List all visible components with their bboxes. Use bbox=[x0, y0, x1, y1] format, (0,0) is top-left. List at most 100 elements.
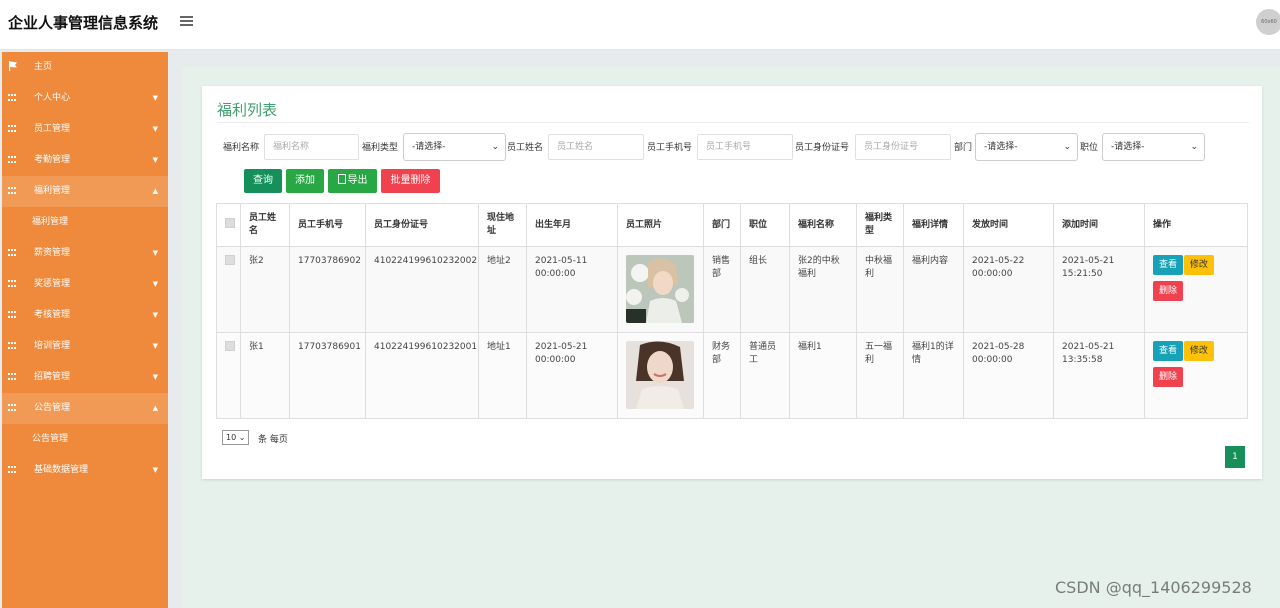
cell-address: 地址2 bbox=[478, 246, 527, 333]
welfare-name-input[interactable]: 福利名称 bbox=[264, 134, 359, 160]
row-checkbox[interactable] bbox=[225, 341, 235, 351]
chevron-down-icon: ⌄ bbox=[1190, 142, 1198, 152]
select-all-checkbox[interactable] bbox=[225, 217, 235, 228]
column-header: 员工照片 bbox=[617, 203, 704, 247]
cell-name: 张1 bbox=[240, 332, 290, 419]
sidebar-item-employee[interactable]: 员工管理 ▼ bbox=[2, 114, 168, 145]
sidebar-item-label: 招聘管理 bbox=[34, 372, 71, 382]
avatar[interactable]: 60x60 bbox=[1256, 9, 1280, 35]
hamburger-menu-icon[interactable] bbox=[180, 16, 193, 26]
view-button[interactable]: 查看 bbox=[1153, 341, 1184, 361]
delete-button[interactable]: 删除 bbox=[1153, 281, 1184, 301]
column-header: 部门 bbox=[703, 203, 741, 247]
sidebar-item-training[interactable]: 培训管理 ▼ bbox=[2, 331, 168, 362]
edit-button[interactable]: 修改 bbox=[1183, 341, 1214, 361]
export-label: 导出 bbox=[347, 175, 368, 186]
sidebar-item-home[interactable]: 主页 bbox=[2, 52, 168, 83]
sidebar-item-notice[interactable]: 公告管理 ▲ bbox=[2, 393, 168, 424]
export-icon bbox=[337, 174, 346, 184]
column-header: 员工手机号 bbox=[289, 203, 366, 247]
page-title: 福利列表 bbox=[217, 101, 278, 119]
emp-name-input[interactable]: 员工姓名 bbox=[548, 134, 644, 160]
sidebar-item-salary[interactable]: 薪资管理 ▼ bbox=[2, 238, 168, 269]
cell-welfare-type: 中秋福利 bbox=[856, 246, 904, 333]
cell-birth: 2021-05-11 00:00:00 bbox=[526, 246, 618, 333]
welfare-name-label: 福利名称 bbox=[223, 143, 260, 153]
export-button[interactable]: 导出 bbox=[328, 169, 377, 193]
sidebar-item-label: 福利管理 bbox=[34, 186, 71, 196]
sidebar-item-assessment[interactable]: 考核管理 ▼ bbox=[2, 300, 168, 331]
add-button[interactable]: 添加 bbox=[286, 169, 324, 193]
chevron-down-icon: ▼ bbox=[152, 373, 158, 381]
table-row: 张1 17703786901 410224199610232001 地址1 20… bbox=[216, 332, 1248, 419]
emp-phone-label: 员工手机号 bbox=[647, 143, 693, 153]
cell-birth: 2021-05-21 00:00:00 bbox=[526, 332, 618, 419]
cell-issue-time: 2021-05-22 00:00:00 bbox=[963, 246, 1054, 333]
page-size-select[interactable]: 10 ⌄ bbox=[222, 430, 250, 445]
edit-button[interactable]: 修改 bbox=[1183, 255, 1214, 275]
cell-photo bbox=[617, 332, 704, 419]
cell-detail: 福利内容 bbox=[903, 246, 964, 333]
sidebar-item-personal-center[interactable]: 个人中心 ▼ bbox=[2, 83, 168, 114]
emp-id-input[interactable]: 员工身份证号 bbox=[855, 134, 951, 160]
dept-label: 部门 bbox=[954, 143, 973, 153]
batch-delete-button[interactable]: 批量删除 bbox=[381, 169, 440, 193]
sidebar-item-label: 个人中心 bbox=[34, 93, 71, 103]
dept-select[interactable]: -请选择- ⌄ bbox=[975, 133, 1078, 161]
emp-name-label: 员工姓名 bbox=[507, 143, 544, 153]
chevron-down-icon: ▼ bbox=[152, 342, 158, 350]
sidebar-item-attendance[interactable]: 考勤管理 ▼ bbox=[2, 145, 168, 176]
divider bbox=[217, 122, 1249, 123]
page-number-button[interactable]: 1 bbox=[1225, 446, 1245, 468]
grid-icon bbox=[8, 187, 17, 195]
sidebar: 主页 个人中心 ▼ 员工管理 ▼ 考勤管理 ▼ 福利管理 ▲ 福利管理 薪资管理… bbox=[2, 52, 168, 608]
view-button[interactable]: 查看 bbox=[1153, 255, 1184, 275]
sidebar-item-recruit[interactable]: 招聘管理 ▼ bbox=[2, 362, 168, 393]
cell-actions: 查看 修改 删除 bbox=[1144, 246, 1248, 333]
cell-dept: 销售部 bbox=[703, 246, 741, 333]
emp-phone-input[interactable]: 员工手机号 bbox=[697, 134, 793, 160]
row-checkbox[interactable] bbox=[225, 255, 235, 265]
grid-icon bbox=[8, 156, 17, 164]
delete-button[interactable]: 删除 bbox=[1153, 367, 1184, 387]
app-title: 企业人事管理信息系统 bbox=[8, 14, 159, 32]
position-select[interactable]: -请选择- ⌄ bbox=[1102, 133, 1205, 161]
sidebar-subitem-welfare[interactable]: 福利管理 bbox=[2, 207, 168, 238]
column-header: 现住地址 bbox=[478, 203, 527, 247]
column-header: 福利详情 bbox=[903, 203, 964, 247]
chevron-down-icon: ⌄ bbox=[1063, 142, 1071, 152]
cell-photo bbox=[617, 246, 704, 333]
column-header: 员工姓名 bbox=[240, 203, 290, 247]
sidebar-item-label: 培训管理 bbox=[34, 341, 71, 351]
sidebar-item-label: 员工管理 bbox=[34, 124, 71, 134]
sidebar-item-label: 奖惩管理 bbox=[34, 279, 71, 289]
chevron-down-icon: ▼ bbox=[152, 156, 158, 164]
column-header: 发放时间 bbox=[963, 203, 1054, 247]
sidebar-item-basic-data[interactable]: 基础数据管理 ▼ bbox=[2, 455, 168, 486]
chevron-down-icon: ⌄ bbox=[238, 433, 246, 442]
grid-icon bbox=[8, 249, 17, 257]
grid-icon bbox=[8, 373, 17, 381]
table-row: 张2 17703786902 410224199610232002 地址2 20… bbox=[216, 246, 1248, 333]
cell-position: 组长 bbox=[740, 246, 790, 333]
table-header-row: 员工姓名 员工手机号 员工身份证号 现住地址 出生年月 员工照片 部门 职位 福… bbox=[216, 203, 1248, 247]
sidebar-subitem-notice[interactable]: 公告管理 bbox=[2, 424, 168, 455]
cell-actions: 查看 修改 删除 bbox=[1144, 332, 1248, 419]
query-button[interactable]: 查询 bbox=[244, 169, 282, 193]
cell-detail: 福利1的详情 bbox=[903, 332, 964, 419]
welfare-type-value: -请选择- bbox=[412, 142, 446, 152]
cell-welfare-name: 张2的中秋福利 bbox=[789, 246, 857, 333]
welfare-type-select[interactable]: -请选择- ⌄ bbox=[403, 133, 506, 161]
cell-add-time: 2021-05-21 15:21:50 bbox=[1053, 246, 1145, 333]
employee-photo bbox=[626, 341, 694, 409]
sidebar-item-reward[interactable]: 奖惩管理 ▼ bbox=[2, 269, 168, 300]
chevron-up-icon: ▲ bbox=[152, 404, 158, 412]
column-header: 出生年月 bbox=[526, 203, 618, 247]
cell-name: 张2 bbox=[240, 246, 290, 333]
column-header: 添加时间 bbox=[1053, 203, 1145, 247]
chevron-down-icon: ▼ bbox=[152, 94, 158, 102]
position-value: -请选择- bbox=[1111, 142, 1145, 152]
chevron-down-icon: ▼ bbox=[152, 125, 158, 133]
chevron-down-icon: ▼ bbox=[152, 311, 158, 319]
sidebar-item-welfare[interactable]: 福利管理 ▲ bbox=[2, 176, 168, 207]
